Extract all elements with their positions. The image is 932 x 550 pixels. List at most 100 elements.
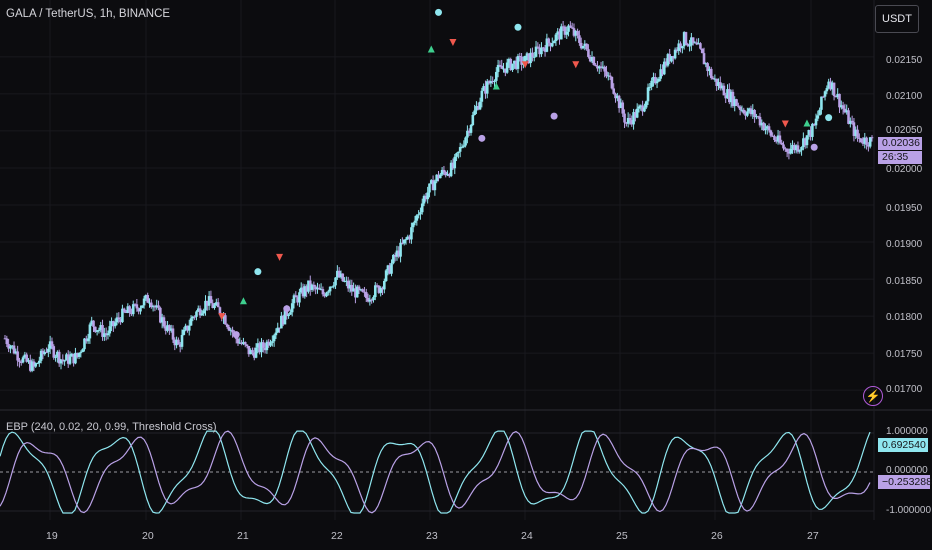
candle-body — [681, 46, 684, 49]
candle-body — [390, 263, 393, 274]
candle-body — [21, 357, 25, 363]
candle-body — [131, 304, 135, 315]
candle-body — [471, 114, 475, 126]
candle-body — [702, 53, 706, 65]
candle-body — [372, 297, 375, 301]
candle-body — [536, 46, 540, 48]
candle-body — [97, 329, 101, 331]
candle-body — [52, 346, 56, 358]
price-label: 0.01800 — [886, 312, 923, 323]
candle-body — [209, 296, 213, 304]
candle-body — [547, 38, 550, 43]
candle-body — [531, 52, 534, 57]
candle-body — [455, 153, 458, 157]
candle-body — [462, 145, 466, 147]
candle-body — [460, 146, 464, 148]
candle-body — [511, 63, 514, 70]
candle-body — [287, 314, 290, 317]
candle-body — [621, 102, 625, 114]
candle-body — [643, 107, 646, 112]
candle-body — [657, 78, 661, 82]
price-label: 0.02050 — [886, 125, 923, 136]
candle-body — [832, 82, 836, 97]
candle-body — [684, 32, 688, 44]
candle-body — [415, 215, 419, 221]
candle-body — [128, 306, 131, 313]
candle-body — [38, 360, 41, 364]
candle-body — [294, 295, 298, 298]
candle-body — [290, 303, 294, 313]
lightning-icon[interactable]: ⚡ — [863, 386, 883, 406]
candle-body — [778, 135, 782, 143]
candle-body — [825, 88, 829, 92]
candle-body — [587, 49, 590, 57]
candle-body — [773, 136, 776, 140]
buy-marker — [492, 82, 500, 90]
candle-body — [384, 270, 388, 281]
candle-body — [868, 137, 872, 147]
candle-body — [428, 183, 431, 193]
candle-body — [177, 339, 180, 345]
indicator-value-down: −0.253288 — [878, 475, 932, 489]
chart-title: GALA / TetherUS, 1h, BINANCE — [6, 8, 171, 20]
candle-body — [550, 43, 554, 47]
candle-body — [859, 138, 863, 143]
indicator-axis-label: -1.000000 — [886, 505, 932, 516]
current-price-tag: 0.02036 — [878, 137, 922, 150]
indicator-value-up: 0.692540 — [878, 438, 928, 452]
candle-body — [767, 126, 771, 131]
candle-body — [578, 35, 581, 43]
candle-body — [554, 34, 558, 42]
candle-body — [5, 338, 9, 345]
candle-body — [47, 348, 50, 353]
candle-body — [505, 62, 509, 73]
candle-body — [865, 137, 868, 145]
candle-body — [16, 351, 19, 361]
candle-body — [496, 64, 500, 72]
candle-body — [202, 310, 205, 314]
candle-body — [108, 326, 112, 334]
chart-canvas[interactable] — [0, 0, 932, 550]
candle-body — [469, 125, 473, 133]
candle-body — [628, 118, 632, 121]
candle-countdown: 26:35 — [878, 151, 922, 164]
candle-body — [585, 43, 588, 50]
candle-body — [9, 346, 12, 349]
currency-button[interactable]: USDT — [875, 5, 919, 33]
candle-body — [592, 57, 596, 65]
candle-body — [399, 242, 402, 257]
candle-body — [182, 329, 186, 335]
price-label: 0.02150 — [886, 55, 923, 66]
candle-body — [841, 105, 845, 109]
candle-body — [646, 87, 650, 102]
candle-body — [464, 137, 467, 146]
candle-body — [327, 291, 330, 293]
price-label: 0.02100 — [886, 91, 923, 102]
time-label: 27 — [807, 530, 819, 542]
indicator-axis-label: 1.000000 — [886, 426, 928, 437]
candle-body — [635, 108, 639, 118]
candle-body — [439, 174, 442, 179]
candle-body — [426, 192, 429, 200]
candle-body — [272, 335, 276, 342]
candle-body — [493, 80, 496, 83]
signal-dot-cyan — [825, 114, 833, 122]
signal-dot-cyan — [435, 8, 442, 16]
time-label: 20 — [142, 530, 154, 542]
candle-body — [805, 135, 809, 146]
candle-body — [79, 352, 83, 354]
candle-body — [410, 227, 413, 240]
price-label: 0.01950 — [886, 203, 923, 214]
candle-body — [45, 351, 48, 353]
candle-body — [782, 144, 785, 149]
candle-body — [856, 129, 859, 138]
candle-body — [816, 115, 820, 119]
candles — [3, 20, 874, 373]
candle-body — [569, 25, 572, 28]
candle-body — [608, 75, 612, 77]
candle-body — [500, 65, 504, 69]
candle-body — [88, 324, 92, 339]
candle-body — [63, 360, 66, 362]
candle-body — [820, 96, 823, 110]
candle-body — [117, 317, 121, 320]
